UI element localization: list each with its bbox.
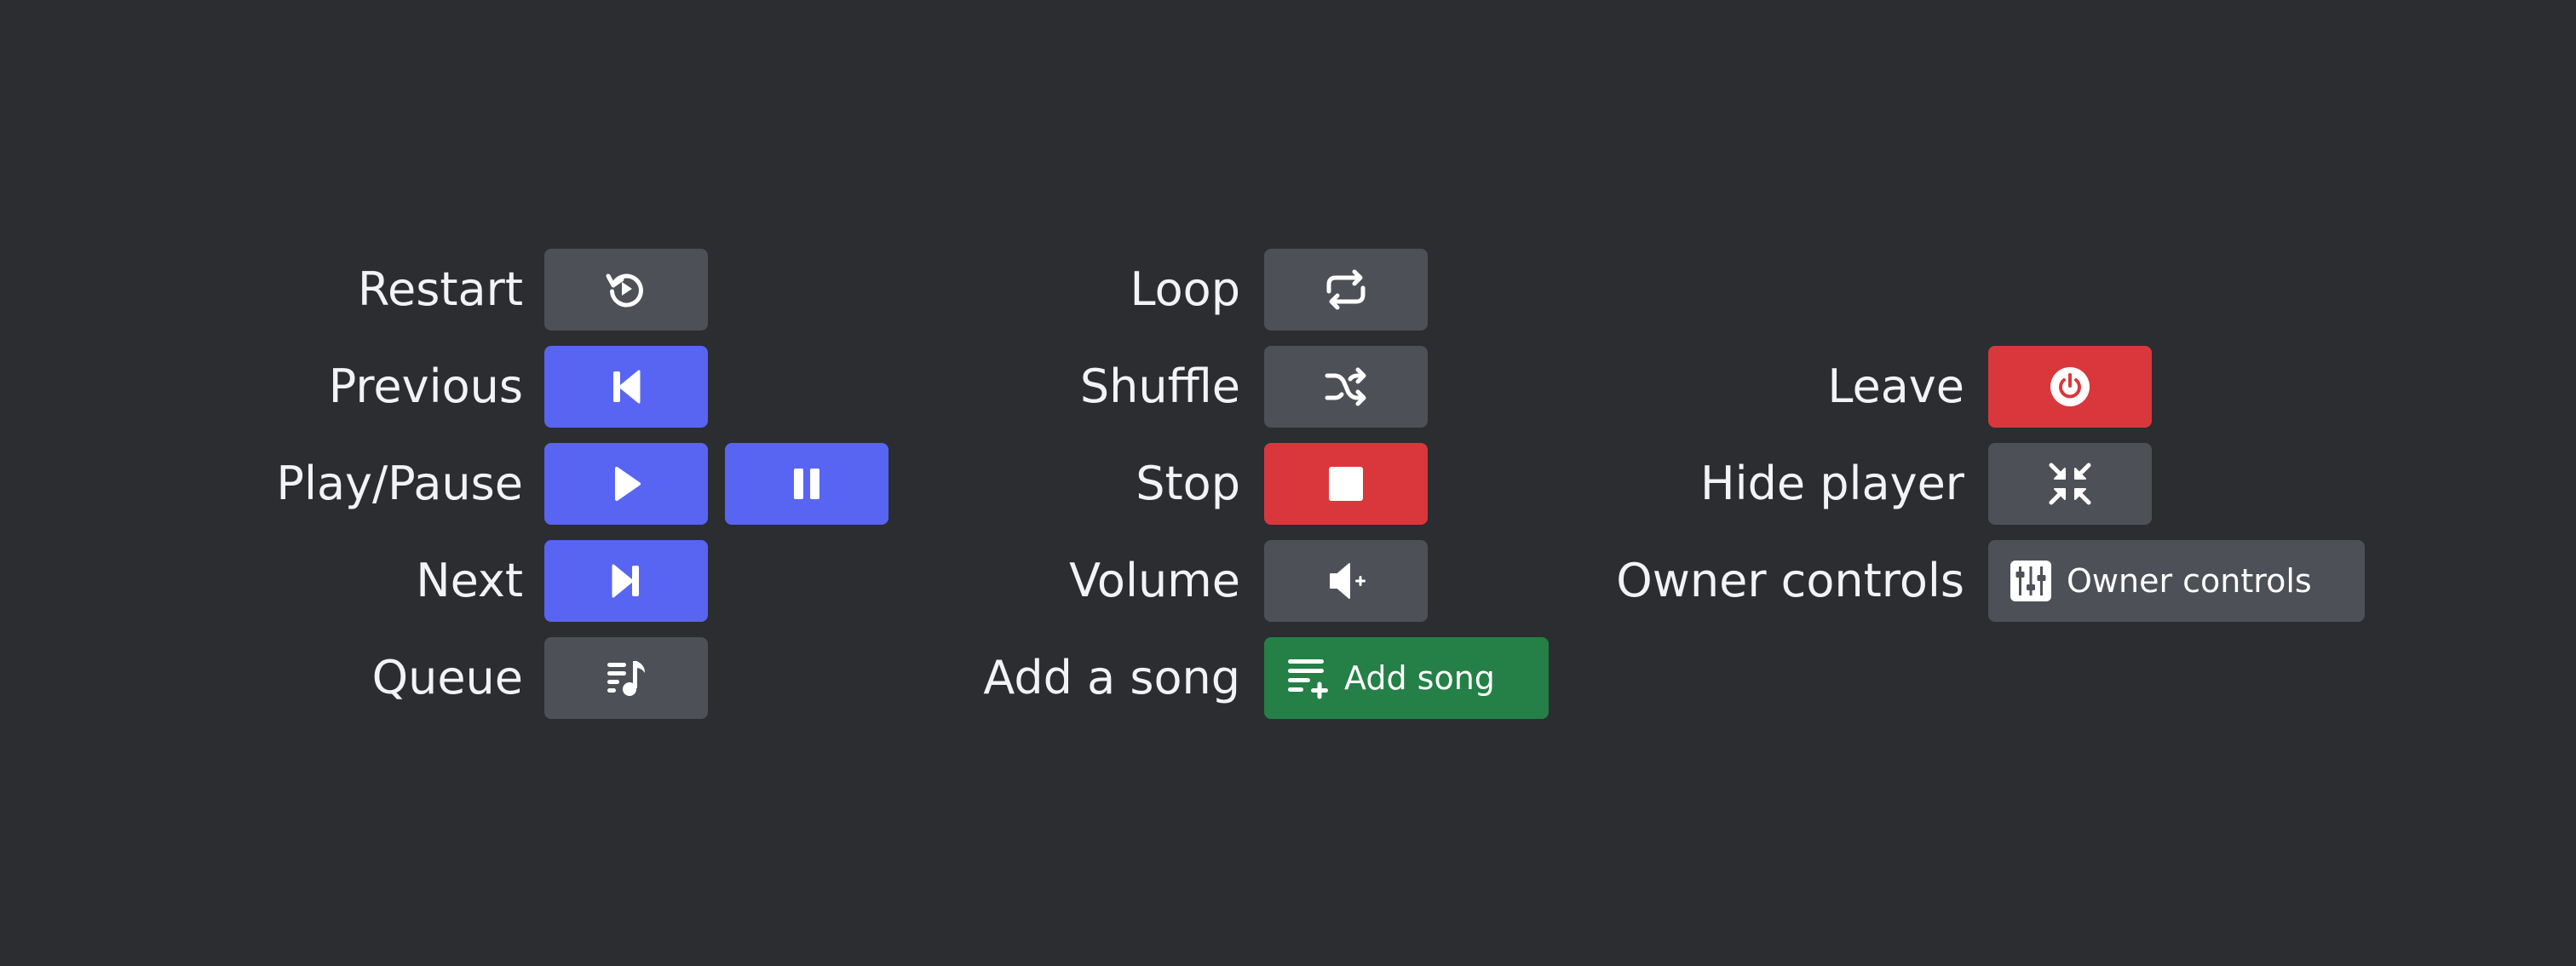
- restart-label: Restart: [357, 262, 523, 316]
- power-icon: [2046, 363, 2094, 411]
- shuffle-button[interactable]: [1264, 346, 1428, 428]
- loop-icon: [1322, 266, 1370, 313]
- stop-icon: [1322, 460, 1370, 508]
- next-button[interactable]: [544, 540, 708, 622]
- volume-button[interactable]: [1264, 540, 1428, 622]
- volume-label: Volume: [1069, 554, 1240, 607]
- next-track-icon: [602, 557, 650, 605]
- restart-button[interactable]: [544, 249, 708, 331]
- owner-controls-button-label: Owner controls: [2067, 562, 2312, 600]
- playlist-add-icon: [1285, 654, 1332, 702]
- previous-track-icon: [602, 363, 650, 411]
- restart-icon: [602, 266, 650, 313]
- stop-label: Stop: [1136, 457, 1240, 510]
- owner-controls-button[interactable]: Owner controls: [1988, 540, 2365, 622]
- add-song-button-label: Add song: [1344, 659, 1495, 697]
- previous-button[interactable]: [544, 346, 708, 428]
- loop-button[interactable]: [1264, 249, 1428, 331]
- leave-button[interactable]: [1988, 346, 2152, 428]
- minimize-icon: [2046, 460, 2094, 508]
- previous-label: Previous: [328, 359, 523, 413]
- add-song-button[interactable]: Add song: [1264, 637, 1549, 719]
- play-pause-label: Play/Pause: [276, 457, 523, 510]
- pause-button[interactable]: [725, 443, 888, 525]
- play-icon: [602, 460, 650, 508]
- volume-icon: [1322, 557, 1370, 605]
- sliders-icon: [2007, 557, 2055, 605]
- play-button[interactable]: [544, 443, 708, 525]
- next-label: Next: [416, 554, 523, 607]
- queue-label: Queue: [371, 651, 523, 704]
- stop-button[interactable]: [1264, 443, 1428, 525]
- queue-button[interactable]: [544, 637, 708, 719]
- music-controls-legend: Restart Previous Play/Pause Next Queue L…: [0, 0, 2576, 966]
- queue-music-icon: [602, 654, 650, 702]
- shuffle-icon: [1322, 363, 1370, 411]
- pause-icon: [783, 460, 831, 508]
- hide-player-label: Hide player: [1699, 457, 1964, 510]
- leave-label: Leave: [1827, 359, 1964, 413]
- loop-label: Loop: [1130, 262, 1241, 316]
- hide-player-button[interactable]: [1988, 443, 2152, 525]
- add-song-label: Add a song: [983, 651, 1240, 704]
- shuffle-label: Shuffle: [1079, 359, 1240, 413]
- owner-controls-label: Owner controls: [1616, 554, 1964, 607]
